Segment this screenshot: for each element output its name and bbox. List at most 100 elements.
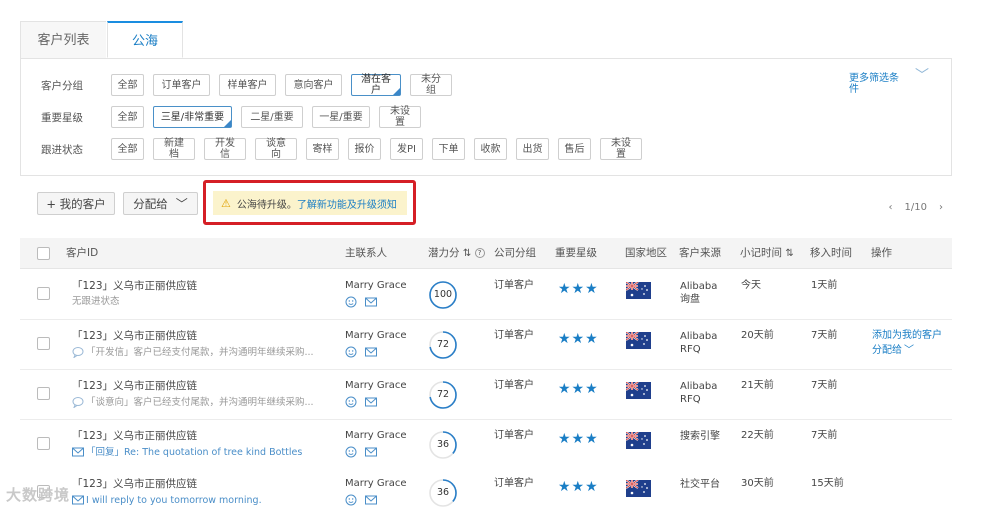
next-page-icon[interactable]: ›	[939, 202, 943, 213]
customer-name[interactable]: 「123」义乌市正丽供应链	[72, 478, 197, 490]
filter-row-star: 重要星级 全部 三星/非常重要 二星/重要 一星/重要 未设置	[41, 105, 430, 129]
filter-group-ungrouped[interactable]: 未分组	[410, 74, 452, 96]
customer-name[interactable]: 「123」义乌市正丽供应链	[72, 430, 197, 442]
latest-note-text: 「谈意向」客户已经支付尾款，并沟通明年继续采购...	[86, 397, 314, 408]
customer-name[interactable]: 「123」义乌市正丽供应链	[72, 380, 197, 392]
table-row[interactable]: 「123」义乌市正丽供应链 「开发信」客户已经支付尾款，并沟通明年继续采购... M…	[20, 320, 952, 370]
company-group: 订单客户	[494, 280, 534, 291]
filter-status-quote[interactable]: 报价	[348, 138, 381, 160]
select-all-checkbox[interactable]	[37, 247, 50, 260]
contact-actions	[345, 494, 385, 507]
contact-mail-icon[interactable]	[365, 396, 377, 408]
help-icon[interactable]: ?	[474, 248, 485, 258]
table-row[interactable]: 「123」义乌市正丽供应链 无跟进状态 Marry Grace 100 订单客户 ★★★ A…	[20, 270, 952, 320]
move-time: 7天前	[811, 380, 838, 391]
contact-chat-icon[interactable]	[345, 396, 357, 408]
filter-group-intent[interactable]: 意向客户	[285, 74, 342, 96]
col-note-time[interactable]: 小记时间 ⇅	[740, 238, 794, 269]
source-line-2: RFQ	[680, 394, 701, 405]
filter-group-all[interactable]: 全部	[111, 74, 144, 96]
row-checkbox[interactable]	[37, 387, 50, 400]
add-to-my-customers-link[interactable]: 添加为我的客户	[872, 329, 942, 343]
contact-chat-icon[interactable]	[345, 494, 357, 506]
filter-status-intent[interactable]: 谈意向	[255, 138, 297, 160]
latest-note: 「回复」Re: The quotation of tree kind Bottl…	[72, 446, 302, 459]
filter-star-all[interactable]: 全部	[111, 106, 144, 128]
filter-label-group: 客户分组	[41, 79, 83, 92]
filter-status-unset[interactable]: 未设置	[600, 138, 642, 160]
move-time: 1天前	[811, 280, 838, 291]
potential-score: 72	[436, 389, 450, 400]
table-row[interactable]: 「123」义乌市正丽供应链 I will reply to you tomorro…	[20, 468, 952, 516]
filter-status-order[interactable]: 下单	[432, 138, 465, 160]
filter-status-shipping[interactable]: 出货	[516, 138, 549, 160]
star-rating: ★★★	[558, 331, 599, 347]
col-move-time: 移入时间	[810, 247, 852, 259]
watermark-logo: 大数跨境	[6, 486, 71, 504]
filter-status-new[interactable]: 新建档	[153, 138, 195, 160]
filter-status-pi[interactable]: 发PI	[390, 138, 423, 160]
assign-dropdown[interactable]: 分配给 ﹀	[123, 192, 198, 215]
more-filters-label: 更多筛选条件	[849, 73, 899, 95]
filter-star-one[interactable]: 一星/重要	[312, 106, 370, 128]
customer-source: 社交平台	[680, 478, 720, 491]
latest-note-text: 「开发信」客户已经支付尾款，并沟通明年继续采购...	[86, 347, 314, 358]
latest-note: 「开发信」客户已经支付尾款，并沟通明年继续采购...	[72, 346, 314, 359]
potential-score-gauge: 36	[428, 430, 458, 460]
contact-actions	[345, 396, 385, 409]
contact-mail-icon[interactable]	[365, 296, 377, 308]
filter-group-order[interactable]: 订单客户	[153, 74, 210, 96]
app-frame: 客户列表 公海 客户分组 全部 订单客户 样单客户 意向客户 潜在客户 未分组 …	[0, 0, 1004, 516]
sort-icon[interactable]: ⇅	[785, 248, 793, 259]
filter-label-star: 重要星级	[41, 111, 83, 124]
star-rating: ★★★	[558, 281, 599, 297]
filter-status-all[interactable]: 全部	[111, 138, 144, 160]
customer-name[interactable]: 「123」义乌市正丽供应链	[72, 280, 197, 292]
filter-group-potential[interactable]: 潜在客户	[351, 74, 401, 96]
contact-chat-icon[interactable]	[345, 346, 357, 358]
contact-actions	[345, 346, 385, 359]
contact-name: Marry Grace	[345, 478, 407, 489]
filter-status-letter[interactable]: 开发信	[204, 138, 246, 160]
australia-flag-icon	[625, 281, 651, 299]
latest-note: I will reply to you tomorrow morning.	[72, 494, 262, 507]
table-header: 客户ID 主联系人 潜力分 ⇅ ? 公司分组 重要星级 国家地区 客户来源 小记…	[20, 238, 952, 269]
notice-link[interactable]: 了解新功能及升级须知	[297, 196, 397, 211]
filter-status-aftersale[interactable]: 售后	[558, 138, 591, 160]
company-group: 订单客户	[494, 430, 534, 441]
contact-chat-icon[interactable]	[345, 446, 357, 458]
potential-score-gauge: 72	[428, 380, 458, 410]
contact-mail-icon[interactable]	[365, 446, 377, 458]
filter-star-two[interactable]: 二星/重要	[241, 106, 303, 128]
filter-group-sample[interactable]: 样单客户	[219, 74, 276, 96]
source-line-2: RFQ	[680, 344, 701, 355]
page-indicator: 1/10	[904, 202, 927, 213]
contact-mail-icon[interactable]	[365, 494, 377, 506]
table-row[interactable]: 「123」义乌市正丽供应链「回复」Re: The quotation of tr…	[20, 420, 952, 470]
filter-star-unset[interactable]: 未设置	[379, 106, 421, 128]
assign-link[interactable]: 分配给 ﹀	[872, 344, 914, 358]
tab-customer-list[interactable]: 客户列表	[20, 21, 106, 58]
filter-star-three[interactable]: 三星/非常重要	[153, 106, 232, 128]
table-row[interactable]: 「123」义乌市正丽供应链 「谈意向」客户已经支付尾款，并沟通明年继续采购... M…	[20, 370, 952, 420]
source-line-1: Alibaba	[680, 281, 718, 292]
prev-page-icon[interactable]: ‹	[889, 202, 893, 213]
row-checkbox[interactable]	[37, 287, 50, 300]
tab-public-sea[interactable]: 公海	[107, 21, 183, 58]
contact-mail-icon[interactable]	[365, 346, 377, 358]
row-checkbox[interactable]	[37, 337, 50, 350]
contact-chat-icon[interactable]	[345, 296, 357, 308]
sort-icon[interactable]: ⇅	[463, 248, 471, 259]
filter-status-sample[interactable]: 寄样	[306, 138, 339, 160]
potential-score: 36	[436, 439, 450, 450]
contact-name: Marry Grace	[345, 280, 407, 291]
customer-name[interactable]: 「123」义乌市正丽供应链	[72, 330, 197, 342]
chevron-down-icon: ﹀	[915, 68, 929, 84]
my-customers-button[interactable]: + 我的客户	[37, 192, 115, 215]
assign-link-label: 分配给	[872, 345, 902, 356]
chevron-down-icon: ﹀	[175, 197, 188, 211]
col-score[interactable]: 潜力分 ⇅ ?	[428, 238, 485, 269]
more-filters-toggle[interactable]: 更多筛选条件 ﹀	[849, 68, 929, 95]
row-checkbox[interactable]	[37, 437, 50, 450]
filter-status-payment[interactable]: 收款	[474, 138, 507, 160]
